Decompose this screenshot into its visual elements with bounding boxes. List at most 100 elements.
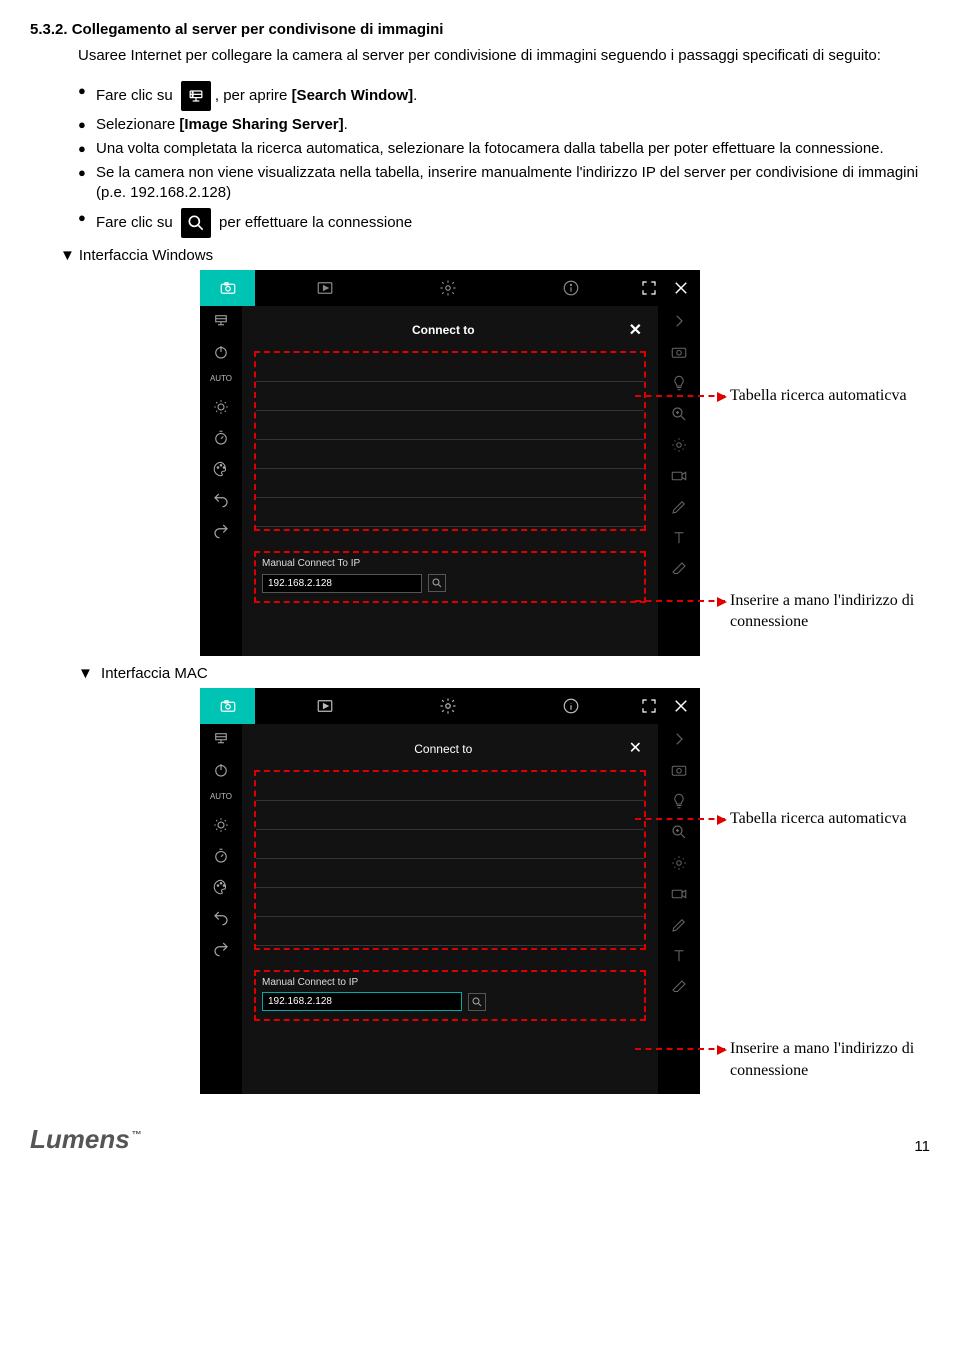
redo-icon[interactable] xyxy=(212,522,230,540)
list-item: Una volta completata la ricerca automati… xyxy=(78,139,930,159)
undo-icon[interactable] xyxy=(212,909,230,927)
section-heading: 5.3.2. Collegamento al server per condiv… xyxy=(30,20,930,40)
timer-icon[interactable] xyxy=(212,429,230,447)
capture-icon[interactable] xyxy=(670,343,688,361)
callout-text: Inserire a mano l'indirizzo di connessio… xyxy=(730,592,914,631)
table-row[interactable] xyxy=(256,830,644,859)
table-row[interactable] xyxy=(256,469,644,498)
bulb-icon[interactable] xyxy=(670,374,688,392)
brand-text: Lumens xyxy=(30,1124,130,1154)
info-icon[interactable] xyxy=(562,697,580,715)
table-row[interactable] xyxy=(256,353,644,382)
pen-icon[interactable] xyxy=(670,916,688,934)
chevron-right-icon[interactable] xyxy=(670,730,688,748)
page-footer: Lumens™ 11 xyxy=(30,1122,930,1157)
tab-group xyxy=(255,697,640,715)
topbar-right xyxy=(640,279,700,297)
bulb-icon[interactable] xyxy=(670,792,688,810)
table-row[interactable] xyxy=(256,888,644,917)
text: Interfaccia Windows xyxy=(79,247,213,264)
app-window: AUTO Connect to ✕ xyxy=(200,270,700,656)
topbar-right xyxy=(640,697,700,715)
gear-icon[interactable] xyxy=(439,279,457,297)
ip-input[interactable] xyxy=(262,992,462,1011)
eraser-icon[interactable] xyxy=(670,560,688,578)
table-row[interactable] xyxy=(256,859,644,888)
undo-icon[interactable] xyxy=(212,491,230,509)
windows-ui-wrap: AUTO Connect to ✕ xyxy=(200,270,930,656)
power-icon[interactable] xyxy=(212,343,230,361)
tab-camera[interactable] xyxy=(200,688,255,724)
search-button[interactable] xyxy=(428,574,446,592)
sun-icon[interactable] xyxy=(212,398,230,416)
palette-icon[interactable] xyxy=(212,460,230,478)
manual-connect-zone: Manual Connect To IP xyxy=(254,551,646,603)
expand-icon[interactable] xyxy=(640,697,658,715)
capture-icon[interactable] xyxy=(670,761,688,779)
auto-label: AUTO xyxy=(210,792,232,803)
trademark: ™ xyxy=(132,1130,142,1141)
camera-icon xyxy=(219,279,237,297)
ip-input[interactable] xyxy=(262,574,422,593)
auto-search-table[interactable] xyxy=(254,770,646,950)
interface-mac-label: ▼ Interfaccia MAC xyxy=(78,664,930,684)
text-icon[interactable] xyxy=(670,947,688,965)
table-row[interactable] xyxy=(256,411,644,440)
search-button[interactable] xyxy=(468,993,486,1011)
timer-icon[interactable] xyxy=(212,847,230,865)
record-icon[interactable] xyxy=(670,467,688,485)
list-item: Fare clic su per effettuare la connessio… xyxy=(78,208,930,238)
topbar xyxy=(200,270,700,306)
manual-connect-row xyxy=(262,992,638,1011)
dialog-close-icon[interactable]: ✕ xyxy=(629,738,642,760)
table-row[interactable] xyxy=(256,440,644,469)
manual-connect-label: Manual Connect To IP xyxy=(262,557,638,571)
text: Fare clic su xyxy=(96,213,177,230)
right-sidebar xyxy=(658,306,700,656)
text: , per aprire xyxy=(215,86,292,103)
play-icon[interactable] xyxy=(316,279,334,297)
info-icon[interactable] xyxy=(562,279,580,297)
table-row[interactable] xyxy=(256,772,644,801)
close-icon[interactable] xyxy=(672,279,690,297)
tab-camera[interactable] xyxy=(200,270,255,306)
text-icon[interactable] xyxy=(670,529,688,547)
app-body: AUTO Connect to ✕ xyxy=(200,306,700,656)
chevron-right-icon[interactable] xyxy=(670,312,688,330)
text: . xyxy=(344,116,348,133)
search-icon xyxy=(431,577,443,589)
pen-icon[interactable] xyxy=(670,498,688,516)
power-icon[interactable] xyxy=(212,761,230,779)
section-title: Collegamento al server per condivisone d… xyxy=(72,21,444,38)
table-row[interactable] xyxy=(256,917,644,946)
sun-icon[interactable] xyxy=(212,816,230,834)
search-icon xyxy=(471,996,483,1008)
manual-connect-zone: Manual Connect to IP xyxy=(254,970,646,1022)
zoom-in-icon[interactable] xyxy=(670,405,688,423)
server-icon[interactable] xyxy=(212,730,230,748)
eraser-icon[interactable] xyxy=(670,978,688,996)
table-row[interactable] xyxy=(256,382,644,411)
callout-text: Inserire a mano l'indirizzo di connessio… xyxy=(730,1040,914,1079)
server-icon[interactable] xyxy=(212,312,230,330)
server-icon xyxy=(181,81,211,111)
brightness-icon[interactable] xyxy=(670,436,688,454)
dialog-close-icon[interactable]: ✕ xyxy=(629,320,642,342)
play-icon[interactable] xyxy=(316,697,334,715)
palette-icon[interactable] xyxy=(212,878,230,896)
record-icon[interactable] xyxy=(670,885,688,903)
gear-icon[interactable] xyxy=(439,697,457,715)
table-row[interactable] xyxy=(256,801,644,830)
callout-text: Tabella ricerca automaticva xyxy=(730,810,907,827)
list-item: Se la camera non viene visualizzata nell… xyxy=(78,163,930,204)
auto-search-table[interactable] xyxy=(254,351,646,531)
main-panel: Connect to ✕ Manual Connect To IP xyxy=(242,306,658,656)
expand-icon[interactable] xyxy=(640,279,658,297)
zoom-in-icon[interactable] xyxy=(670,823,688,841)
table-row[interactable] xyxy=(256,498,644,527)
callout-text: Tabella ricerca automaticva xyxy=(730,387,907,404)
redo-icon[interactable] xyxy=(212,940,230,958)
interface-windows-label: ▼Interfaccia Windows xyxy=(60,246,930,266)
close-icon[interactable] xyxy=(672,697,690,715)
brightness-icon[interactable] xyxy=(670,854,688,872)
